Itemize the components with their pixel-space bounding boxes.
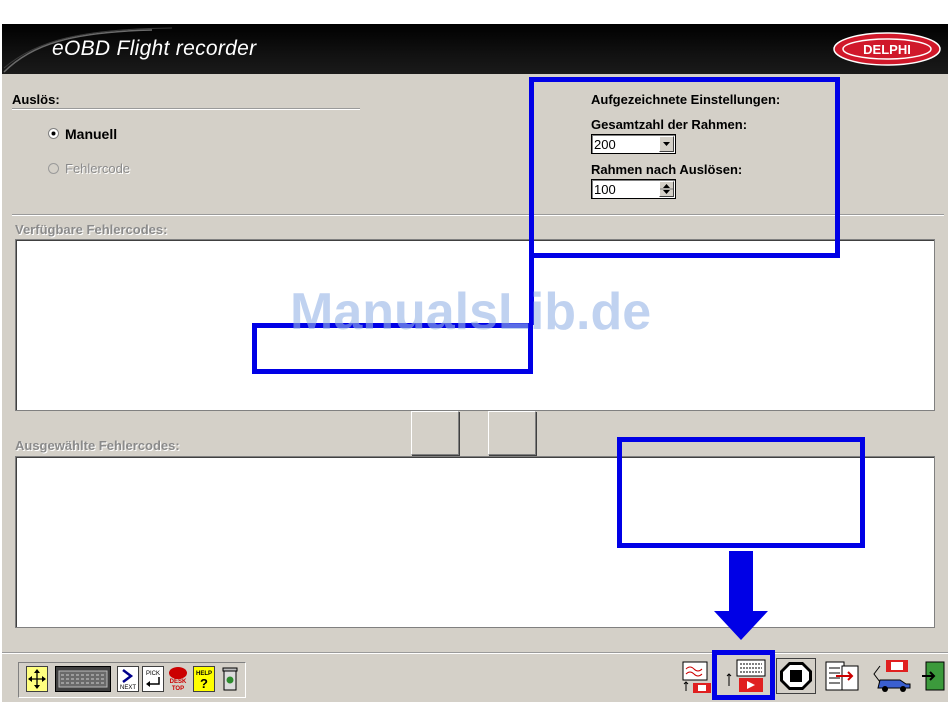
- title-bar: eOBD Flight recorder DELPHI: [2, 24, 948, 74]
- selected-codes-label: Ausgewählte Fehlercodes:: [15, 438, 180, 453]
- watermark: ManualsLib.de: [290, 283, 652, 341]
- data-list-icon[interactable]: [822, 658, 862, 694]
- delphi-logo-text: DELPHI: [863, 42, 911, 57]
- desktop-icon[interactable]: DESK TOP: [167, 666, 189, 692]
- next-icon-text: NEXT: [120, 685, 136, 691]
- next-arrow-icon: NEXT: [120, 669, 136, 691]
- delphi-logo: DELPHI: [833, 32, 941, 66]
- remove-code-button[interactable]: [488, 411, 536, 455]
- signal-record-graphic: [682, 661, 711, 693]
- data-list-graphic: [825, 661, 859, 691]
- exit-door-icon: [922, 661, 945, 691]
- trigger-divider: [12, 108, 360, 110]
- vehicle-connect-graphic: [873, 660, 911, 692]
- stop-desktop-icon: DESK TOP: [169, 667, 187, 692]
- top-icon-text: TOP: [172, 686, 184, 692]
- trigger-heading: Auslös:: [12, 92, 60, 107]
- desk-icon-text: DESK: [170, 679, 187, 685]
- pick-icon[interactable]: PICK: [142, 666, 164, 692]
- pick-enter-icon: PICK: [146, 671, 160, 687]
- help-question-icon: HELP ?: [196, 671, 212, 691]
- stop-octagon-icon: [780, 662, 812, 690]
- add-code-button[interactable]: [411, 411, 459, 455]
- trash-icon[interactable]: [219, 666, 241, 692]
- signal-record-icon[interactable]: [679, 660, 715, 694]
- vehicle-connect-icon[interactable]: [870, 658, 914, 694]
- annotation-box-settings: [529, 77, 840, 258]
- annotation-box-frame-record: [712, 650, 775, 700]
- help-icon[interactable]: HELP ?: [193, 666, 215, 692]
- recycle-bin-icon: [222, 667, 238, 691]
- help-question-mark: ?: [200, 676, 208, 691]
- radio-manuell-label[interactable]: Manuell: [65, 126, 117, 142]
- toolbar-divider: [2, 652, 948, 654]
- pick-icon-text: PICK: [146, 671, 160, 677]
- move-cursor-icon[interactable]: [26, 666, 48, 692]
- keyboard-icon[interactable]: [55, 666, 111, 692]
- radio-fehlercode[interactable]: [48, 163, 59, 174]
- radio-manuell[interactable]: [48, 128, 59, 139]
- move-arrows-icon: [28, 669, 46, 689]
- app-title: eOBD Flight recorder: [52, 37, 257, 60]
- annotation-arrow-down-icon: [714, 551, 768, 640]
- radio-fehlercode-label[interactable]: Fehlercode: [65, 161, 130, 176]
- next-icon[interactable]: NEXT: [117, 666, 139, 692]
- stop-icon[interactable]: [776, 658, 816, 694]
- annotation-box-callout-right: [617, 437, 865, 548]
- available-codes-label: Verfügbare Fehlercodes:: [15, 222, 168, 237]
- exit-icon[interactable]: [920, 658, 948, 694]
- keyboard-keys-icon: [58, 670, 108, 688]
